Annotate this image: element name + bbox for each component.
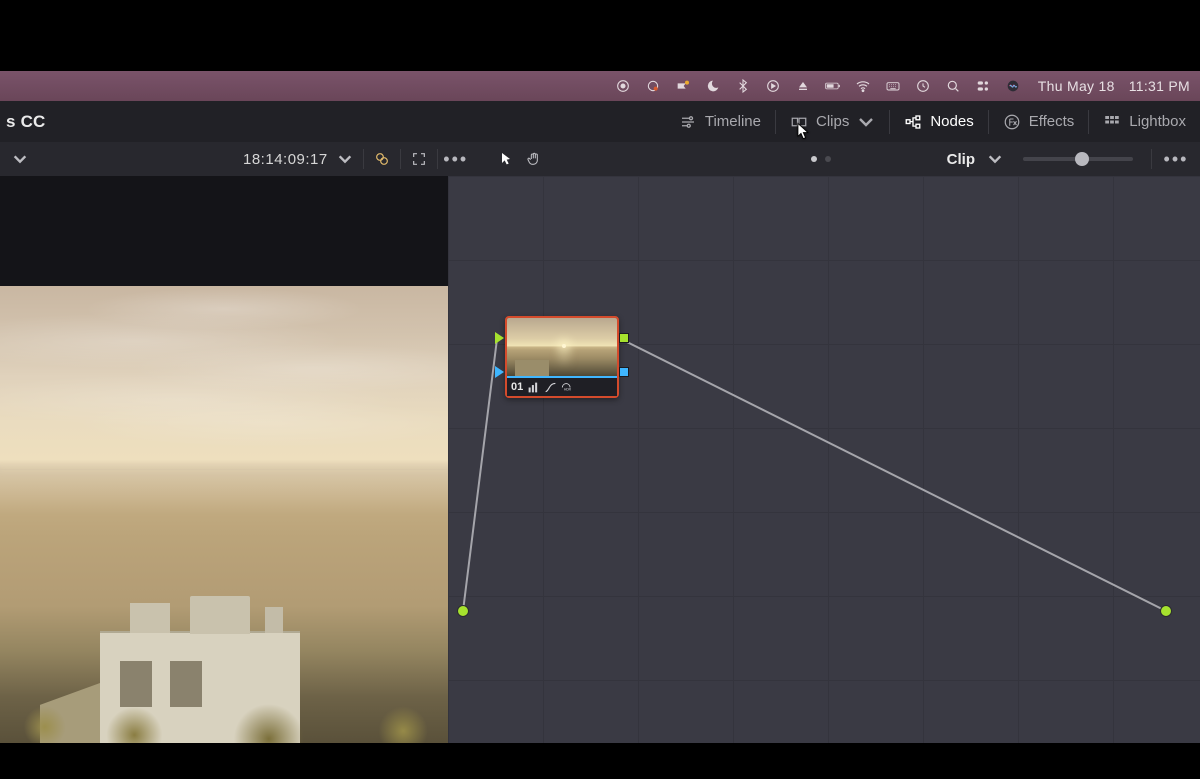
more-icon[interactable]: ••• <box>442 145 470 173</box>
graph-input-handle[interactable] <box>457 605 469 617</box>
battery-icon[interactable] <box>818 71 848 101</box>
tab-lightbox[interactable]: Lightbox <box>1089 101 1200 142</box>
notification-icon[interactable] <box>668 71 698 101</box>
play-icon[interactable] <box>758 71 788 101</box>
timecode-display[interactable]: 18:14:09:17 <box>240 151 331 168</box>
tab-effects[interactable]: Effects <box>989 101 1089 142</box>
project-title: s CC <box>0 112 46 132</box>
dropdown-icon[interactable] <box>6 145 34 173</box>
curve-icon <box>544 381 557 394</box>
bars-icon <box>527 381 540 394</box>
node-thumbnail <box>507 318 617 376</box>
eject-icon[interactable] <box>788 71 818 101</box>
tab-clips[interactable]: Clips <box>776 101 889 142</box>
fx-icon <box>1003 113 1021 131</box>
resolve-window: s CC Timeline Clips Nodes Effects <box>0 101 1200 743</box>
page-dot[interactable] <box>825 156 831 162</box>
bluetooth-icon[interactable] <box>728 71 758 101</box>
sliders-icon <box>679 113 697 131</box>
node-graph[interactable]: 01 HDR <box>448 176 1200 743</box>
clock-icon[interactable] <box>908 71 938 101</box>
secondary-toolbar: 18:14:09:17 ••• Clip ••• <box>0 142 1200 177</box>
keyboard-icon[interactable] <box>878 71 908 101</box>
grid-icon <box>1103 113 1121 131</box>
chevron-down-icon[interactable] <box>981 145 1009 173</box>
clip-mode-label[interactable]: Clip <box>947 151 975 168</box>
tab-label: Effects <box>1029 113 1075 130</box>
tab-label: Lightbox <box>1129 113 1186 130</box>
node-strip: 01 HDR <box>507 376 617 396</box>
node-alpha-output[interactable] <box>619 367 629 377</box>
menubar-time[interactable]: 11:31 PM <box>1121 78 1190 94</box>
wifi-icon[interactable] <box>848 71 878 101</box>
menubar-date[interactable]: Thu May 18 <box>1028 78 1121 94</box>
siri-icon[interactable] <box>998 71 1028 101</box>
separator <box>363 149 364 169</box>
viewer-panel <box>0 176 448 743</box>
nodes-icon <box>904 113 922 131</box>
more-icon[interactable]: ••• <box>1162 145 1190 173</box>
record-icon[interactable] <box>638 71 668 101</box>
dots3-icon: ••• <box>1160 154 1193 164</box>
macos-menubar: Thu May 18 11:31 PM <box>0 71 1200 101</box>
bypass-grades-icon[interactable] <box>368 145 396 173</box>
separator <box>1151 149 1152 169</box>
node-rgb-output[interactable] <box>619 333 629 343</box>
spotlight-icon[interactable] <box>938 71 968 101</box>
page-dot[interactable] <box>811 156 817 162</box>
chevron-down-icon[interactable] <box>331 145 359 173</box>
obs-icon[interactable] <box>608 71 638 101</box>
clips-icon <box>790 113 808 131</box>
chevron-down-icon <box>857 113 875 131</box>
node-connections <box>448 176 1200 743</box>
window-topbar: s CC Timeline Clips Nodes Effects <box>0 101 1200 143</box>
hdr-badge-icon: HDR <box>561 381 574 394</box>
dots3-icon: ••• <box>439 154 472 164</box>
tab-label: Clips <box>816 113 849 130</box>
expand-icon[interactable] <box>405 145 433 173</box>
node-number: 01 <box>511 381 523 393</box>
graph-output-handle[interactable] <box>1160 605 1172 617</box>
pointer-tool[interactable] <box>492 145 520 173</box>
hand-tool[interactable] <box>520 145 548 173</box>
viewer-image[interactable] <box>0 286 448 743</box>
corrector-node[interactable]: 01 HDR <box>505 316 619 398</box>
zoom-slider[interactable] <box>1023 157 1133 161</box>
node-rgb-input[interactable] <box>495 332 504 344</box>
control-center-icon[interactable] <box>968 71 998 101</box>
tab-label: Timeline <box>705 113 761 130</box>
separator <box>437 149 438 169</box>
tab-timeline[interactable]: Timeline <box>665 101 775 142</box>
tab-label: Nodes <box>930 113 973 130</box>
node-alpha-input[interactable] <box>495 366 504 378</box>
svg-text:HDR: HDR <box>564 387 572 391</box>
tab-nodes[interactable]: Nodes <box>890 101 987 142</box>
zoom-knob[interactable] <box>1075 152 1089 166</box>
separator <box>400 149 401 169</box>
do-not-disturb-icon[interactable] <box>698 71 728 101</box>
page-dots[interactable] <box>811 156 831 162</box>
